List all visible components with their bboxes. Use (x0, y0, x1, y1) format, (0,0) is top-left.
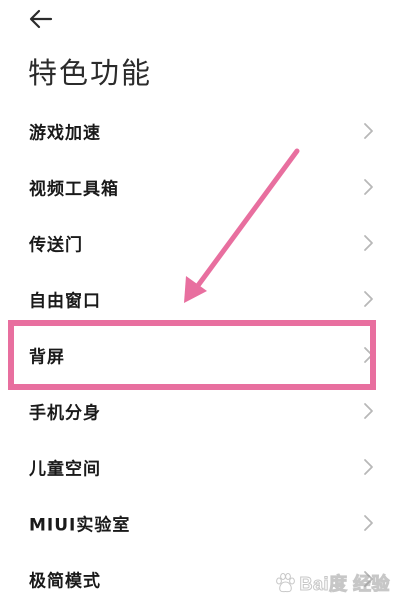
menu-item-label: 传送门 (29, 235, 83, 256)
chevron-right-icon (364, 179, 373, 195)
menu-item-label: MIUI实验室 (29, 515, 131, 536)
back-button[interactable] (26, 6, 56, 32)
feature-menu-list: 游戏加速 视频工具箱 传送门 自由窗口 背屏 手机分身 儿童空间 MIUI实验室… (0, 103, 400, 607)
menu-item-game-boost[interactable]: 游戏加速 (0, 103, 400, 159)
chevron-right-icon (364, 347, 373, 363)
chevron-right-icon (364, 515, 373, 531)
chevron-right-icon (364, 403, 373, 419)
menu-item-label: 游戏加速 (29, 123, 101, 144)
menu-item-label: 背屏 (29, 347, 65, 368)
menu-item-kid-space[interactable]: 儿童空间 (0, 439, 400, 495)
chevron-right-icon (364, 459, 373, 475)
menu-item-label: 儿童空间 (29, 459, 101, 480)
menu-item-rear-screen[interactable]: 背屏 (0, 327, 400, 383)
chevron-right-icon (364, 235, 373, 251)
menu-item-label: 视频工具箱 (29, 179, 119, 200)
chevron-right-icon (364, 291, 373, 307)
menu-item-label: 极简模式 (29, 571, 101, 592)
menu-item-video-toolbox[interactable]: 视频工具箱 (0, 159, 400, 215)
chevron-right-icon (364, 571, 373, 587)
menu-item-label: 自由窗口 (29, 291, 101, 312)
menu-item-minimal-mode[interactable]: 极简模式 (0, 551, 400, 607)
arrow-left-icon (29, 9, 53, 29)
chevron-right-icon (364, 123, 373, 139)
menu-item-portal[interactable]: 传送门 (0, 215, 400, 271)
page-title: 特色功能 (28, 56, 153, 90)
menu-item-second-space[interactable]: 手机分身 (0, 383, 400, 439)
menu-item-label: 手机分身 (29, 403, 101, 424)
menu-item-free-window[interactable]: 自由窗口 (0, 271, 400, 327)
menu-item-miui-lab[interactable]: MIUI实验室 (0, 495, 400, 551)
